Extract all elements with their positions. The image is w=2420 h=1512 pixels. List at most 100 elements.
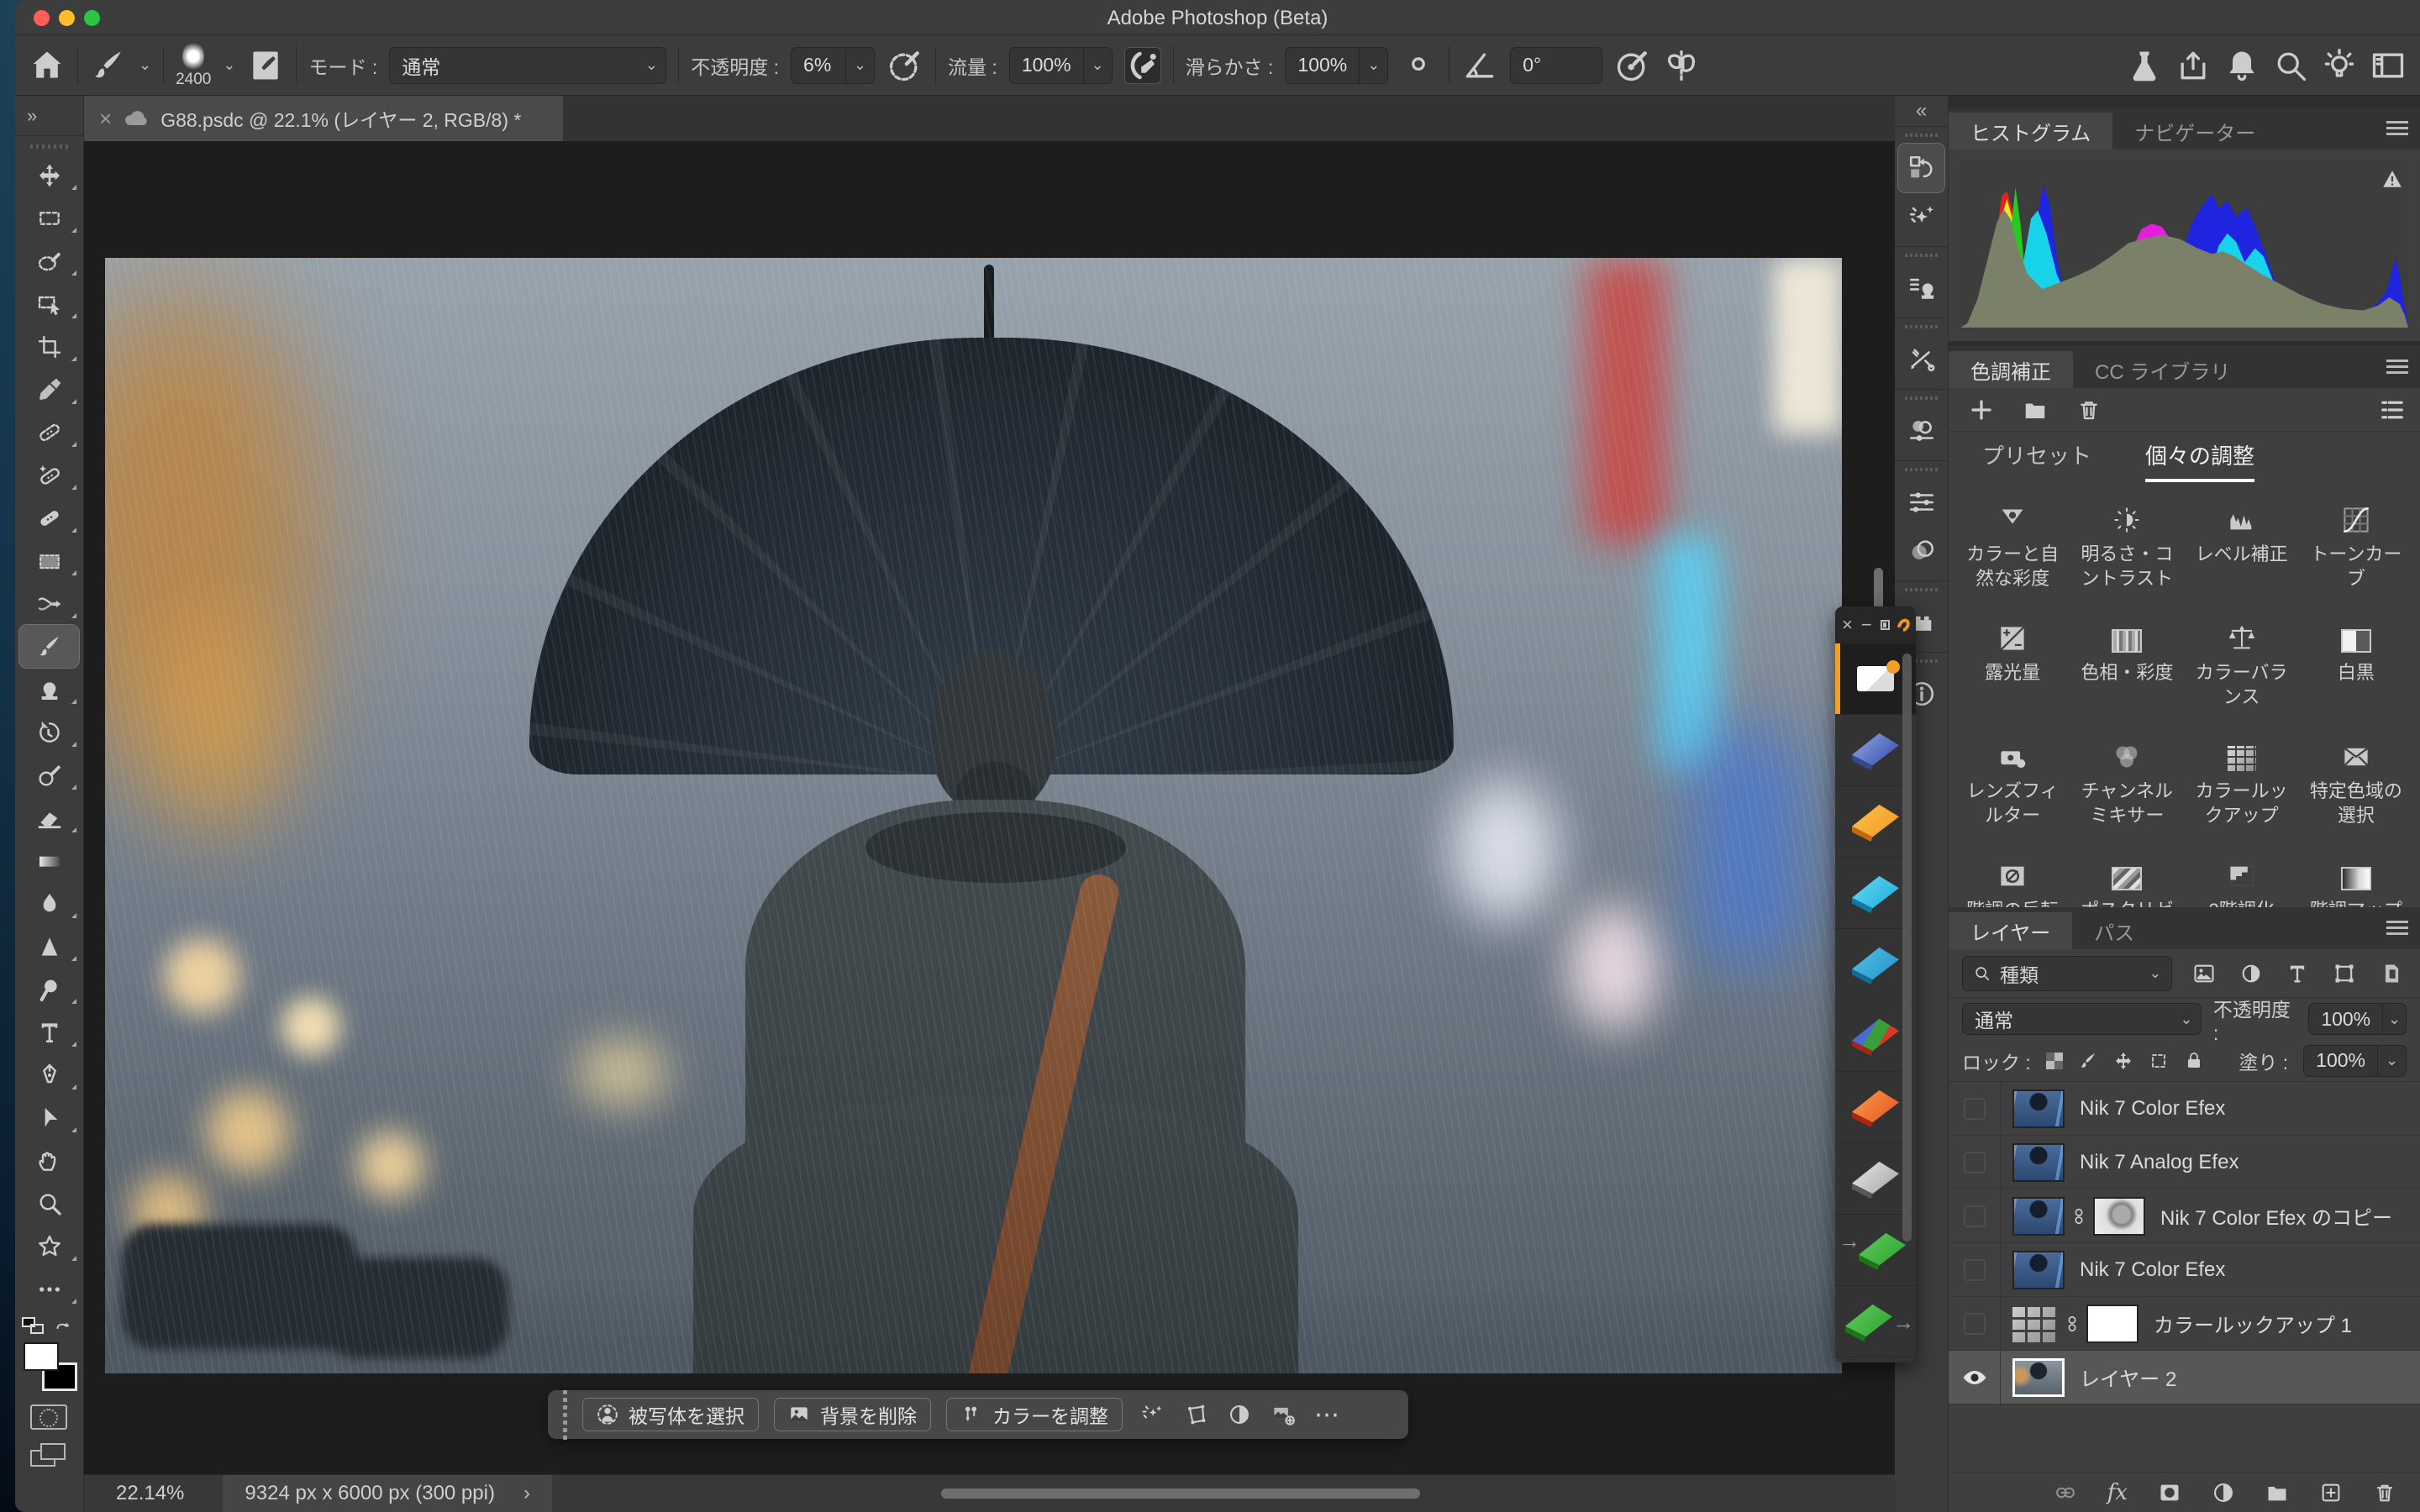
filter-adjustment-layers-icon[interactable] [2236,958,2266,989]
quick-mask-button[interactable] [30,1404,67,1430]
generative-panel-icon[interactable] [1895,192,1948,241]
tool-eraser[interactable] [15,796,83,839]
adjustment-color-lookup[interactable]: カラールックアップ [2185,734,2299,827]
color-lookup-layer-icon[interactable] [2012,1305,2058,1342]
properties-panel-icon[interactable] [1895,407,1948,455]
tab-navigator[interactable]: ナビゲーター [2112,113,2277,150]
layer-row[interactable]: カラールックアップ 1 [1949,1297,2420,1351]
adjustment-hue-saturation[interactable]: 色相・彩度 [2070,616,2184,709]
filter-pixel-layers-icon[interactable] [2189,958,2219,989]
lock-transparency-icon[interactable] [2046,1053,2063,1069]
adjust-color-button[interactable]: カラーを調整 [946,1398,1123,1431]
panel-menu-icon[interactable] [2386,118,2408,139]
tool-mixer-brush[interactable] [15,753,83,796]
tool-pen[interactable] [15,1053,83,1096]
photo-rainy-umbrella[interactable] [105,258,1842,1373]
layer-style-fx-icon[interactable]: fx [2107,1480,2128,1505]
add-image-icon[interactable] [1269,1400,1297,1429]
folder-icon[interactable] [2023,397,2048,423]
discover-lightbulb-icon[interactable] [2321,47,2358,84]
select-subject-button[interactable]: 被写体を選択 [582,1398,759,1431]
subtab-single-adjustments[interactable]: 個々の調整 [2145,439,2254,477]
new-group-folder-icon[interactable] [2265,1481,2289,1504]
expand-tools-button[interactable]: » [15,96,83,136]
close-icon[interactable]: × [1842,614,1853,636]
transform-icon[interactable] [1181,1400,1210,1429]
tool-custom-shape[interactable] [15,1225,83,1268]
generative-fill-icon[interactable] [1138,1400,1166,1429]
blend-mode-select[interactable]: 通常 ⌄ [389,47,666,84]
clone-source-panel-icon[interactable] [1895,264,1948,312]
adjustment-black-white[interactable]: 白黒 [2299,616,2413,709]
pressure-size-icon[interactable] [1614,47,1651,84]
adjustment-brightness-contrast[interactable]: 明るさ・コントラスト [2070,497,2184,591]
visibility-toggle[interactable] [1949,1189,2001,1242]
tab-layers[interactable]: レイヤー [1949,912,2072,949]
minimize-icon[interactable]: − [1861,614,1872,636]
lock-pixels-icon[interactable] [2078,1051,2098,1071]
tool-content-aware-move[interactable] [15,582,83,625]
layer-thumbnail[interactable] [2012,1251,2065,1289]
layer-mask-thumbnail[interactable] [2093,1197,2145,1236]
layer-mask-thumbnail[interactable] [2086,1305,2139,1343]
tool-eyedropper[interactable] [15,368,83,411]
visibility-toggle[interactable] [1949,1136,2001,1189]
chevron-down-icon[interactable]: ⌄ [223,56,235,74]
adjustment-channel-mixer[interactable]: チャンネルミキサー [2070,734,2184,827]
blend-panel-icon[interactable] [1895,527,1948,575]
layer-row-selected[interactable]: レイヤー 2 [1949,1351,2420,1404]
layer-thumbnail[interactable] [2012,1089,2065,1128]
taskbar-more-icon[interactable]: ⋯ [1313,1400,1341,1429]
layer-fill-select[interactable]: 100% ⌄ [2303,1045,2407,1077]
adjustment-exposure[interactable]: 露光量 [1955,616,2070,709]
layer-blend-mode-select[interactable]: 通常 ⌄ [1962,1003,2202,1035]
workspace-icon[interactable] [2370,47,2407,84]
smoothing-options-gear-icon[interactable] [1400,47,1437,84]
airbrush-toggle-icon[interactable] [1124,47,1161,84]
tools-kit-panel-icon[interactable] [1895,335,1948,384]
expand-panels-button[interactable]: « [1895,96,1948,126]
search-icon[interactable] [2272,47,2309,84]
panel-menu-icon[interactable] [2386,356,2408,377]
layer-row[interactable]: Nik 7 Color Efex [1949,1082,2420,1136]
panel-menu-icon[interactable] [2386,917,2408,938]
home-icon[interactable] [29,47,66,84]
tool-healing-brush[interactable] [15,496,83,539]
layer-row[interactable]: Nik 7 Color Efex [1949,1243,2420,1297]
toggle-brush-panel-icon[interactable] [247,47,284,84]
adjustment-selective-color[interactable]: 特定色域の選択 [2299,734,2413,827]
screen-mode-button[interactable] [30,1443,67,1470]
chevron-down-icon[interactable]: ⌄ [139,56,151,74]
tab-cc-libraries[interactable]: CC ライブラリ [2073,351,2252,388]
default-colors-icon[interactable] [22,1317,47,1337]
dock-grip[interactable] [1905,325,1939,328]
smoothing-select[interactable]: 100% ⌄ [1285,47,1388,84]
adjustment-curves[interactable]: トーンカーブ [2299,497,2413,591]
adjustment-vibrance[interactable]: カラーと自然な彩度 [1955,497,2070,591]
tool-more-ellipsis[interactable] [15,1268,83,1310]
brush-angle-input[interactable]: 0° [1510,47,1602,84]
chevron-right-icon[interactable]: › [523,1482,530,1505]
layer-row[interactable]: Nik 7 Analog Efex [1949,1136,2420,1189]
history-panel-icon[interactable] [1898,144,1944,192]
mask-link-icon[interactable] [2070,1205,2088,1228]
lock-position-icon[interactable] [2113,1051,2133,1071]
tool-rect-marquee[interactable] [15,197,83,239]
filter-smart-object-icon[interactable] [2376,958,2407,989]
dock-grip[interactable] [1905,588,1939,591]
dock-grip[interactable] [1905,254,1939,257]
tool-clone-stamp[interactable] [15,668,83,711]
remove-background-button[interactable]: 背景を削除 [774,1398,931,1431]
taskbar-drag-handle[interactable] [563,1390,567,1440]
canvas-horizontal-scrollbar[interactable] [941,1488,1420,1499]
tool-move[interactable] [15,154,83,197]
layer-filter-select[interactable]: 種類 ⌄ [1962,956,2172,991]
nik-panel-titlebar[interactable]: × − [1835,606,1916,643]
tool-dodge[interactable] [15,968,83,1011]
tool-patch[interactable] [15,539,83,582]
tool-gradient[interactable] [15,839,83,882]
layer-opacity-select[interactable]: 100% ⌄ [2308,1003,2407,1035]
visibility-toggle[interactable] [1949,1243,2001,1296]
filter-shape-layers-icon[interactable] [2329,958,2360,989]
trash-icon[interactable] [2076,397,2102,423]
